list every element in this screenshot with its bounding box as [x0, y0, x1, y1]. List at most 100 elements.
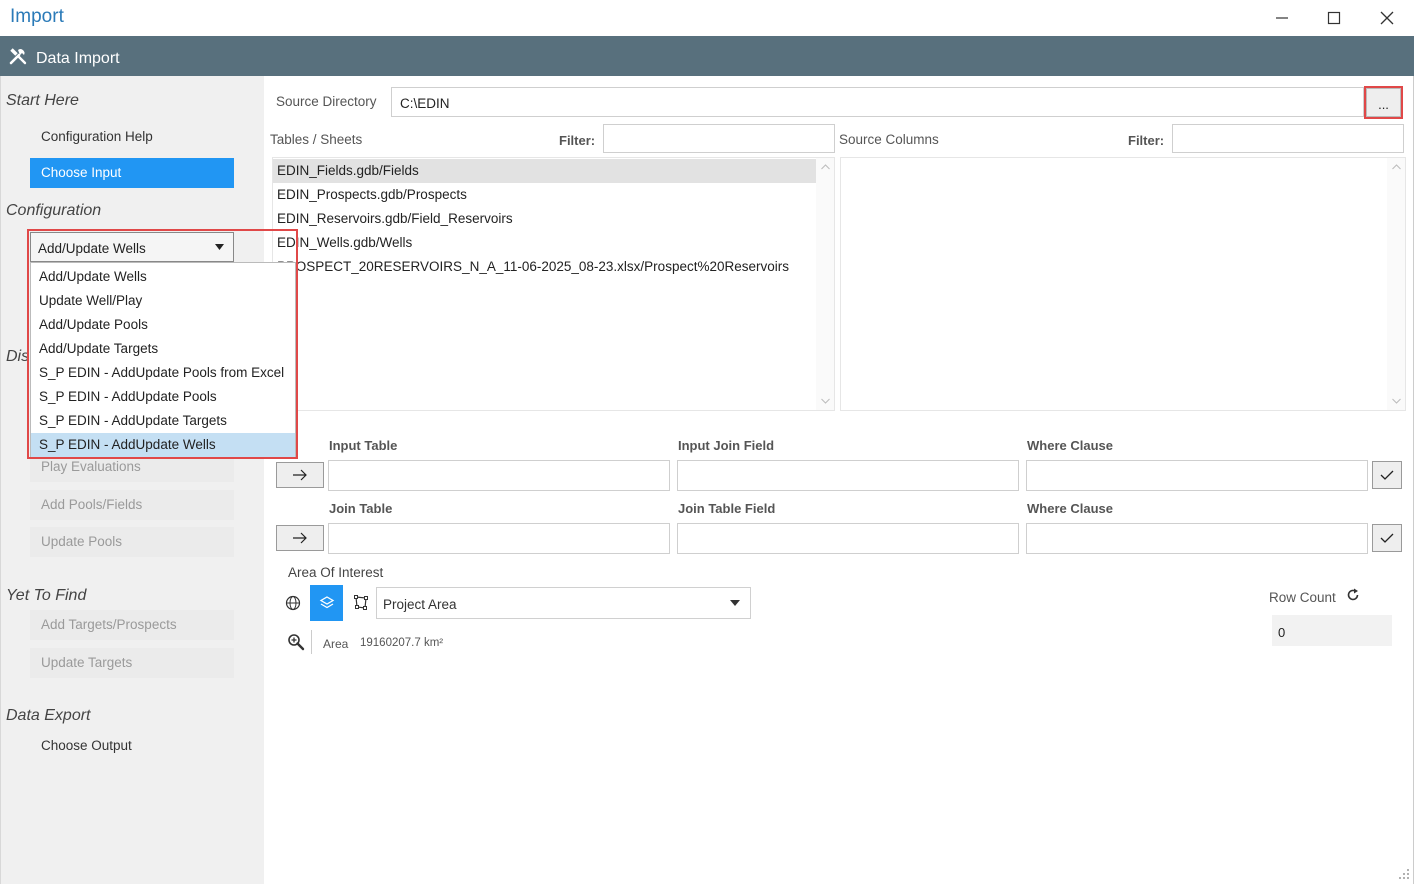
section-configuration: Configuration [6, 202, 102, 219]
chevron-down-icon [730, 600, 740, 606]
configuration-combo[interactable]: Add/Update Wells [30, 232, 234, 262]
tables-list[interactable]: EDIN_Fields.gdb/Fields EDIN_Prospects.gdb… [272, 157, 835, 411]
nav-configuration-help[interactable]: Configuration Help [30, 122, 234, 152]
table-list-item[interactable]: EDIN_Fields.gdb/Fields [273, 159, 818, 183]
refresh-icon [1347, 588, 1359, 601]
nav-update-targets[interactable]: Update Targets [30, 648, 234, 678]
layers-icon [319, 596, 334, 609]
section-yet-to-find: Yet To Find [6, 587, 87, 604]
layers-button[interactable] [310, 585, 343, 621]
dropdown-option[interactable]: Add/Update Targets [31, 337, 295, 361]
table-list-item[interactable]: EDIN_Reservoirs.gdb/Field_Reservoirs [273, 207, 818, 231]
dropdown-option[interactable]: Add/Update Pools [31, 313, 295, 337]
nav-add-pools-fields[interactable]: Add Pools/Fields [30, 490, 234, 520]
dropdown-option[interactable]: Add/Update Wells [31, 265, 295, 289]
scroll-down-icon [1392, 398, 1401, 404]
input-join-field-label: Input Join Field [678, 438, 775, 453]
columns-scrollbar[interactable] [1387, 158, 1405, 410]
join-table-arrow-button[interactable] [276, 525, 324, 551]
chevron-down-icon [215, 244, 224, 250]
section-start-here: Start Here [6, 92, 79, 109]
area-label: Area [323, 637, 349, 651]
where-clause-input-1[interactable] [1026, 460, 1368, 491]
input-join-field[interactable] [677, 460, 1019, 491]
scroll-up-icon [1392, 164, 1401, 170]
join-table-label: Join Table [329, 501, 393, 516]
scroll-down-icon [821, 398, 830, 404]
configuration-combo-value: Add/Update Wells [38, 241, 146, 256]
tables-filter-label: Filter: [559, 133, 596, 148]
validate-button-2[interactable] [1372, 524, 1402, 552]
header-bar: Data Import [0, 36, 1414, 76]
section-partial-label: Dis [6, 348, 30, 365]
table-list-item[interactable]: EDIN_Prospects.gdb/Prospects [273, 183, 818, 207]
maximize-icon [1327, 11, 1341, 25]
where-clause-input-2[interactable] [1026, 523, 1368, 554]
check-icon [1380, 533, 1394, 543]
tables-scrollbar[interactable] [816, 158, 834, 410]
minimize-button[interactable] [1262, 4, 1302, 32]
close-button[interactable] [1367, 4, 1407, 32]
arrow-right-icon [293, 469, 307, 481]
area-of-interest-label: Area Of Interest [288, 565, 384, 580]
zoom-in-icon [288, 634, 305, 651]
input-table-field[interactable] [328, 460, 670, 491]
browse-button[interactable]: ... [1366, 88, 1401, 117]
area-select[interactable]: Project Area [376, 587, 751, 619]
row-count-value: 0 [1278, 625, 1286, 640]
dropdown-option[interactable]: S_P EDIN - AddUpdate Targets [31, 409, 295, 433]
window-title: Import [10, 6, 64, 27]
join-table-field-label: Join Table Field [678, 501, 776, 516]
maximize-button[interactable] [1314, 4, 1354, 32]
resize-grip-icon[interactable] [1398, 868, 1410, 880]
globe-icon [285, 595, 301, 611]
window-titlebar: Import [0, 0, 1414, 36]
row-count-label: Row Count [1269, 590, 1336, 605]
check-icon [1380, 470, 1394, 480]
nav-choose-input[interactable]: Choose Input [30, 158, 234, 188]
nav-choose-output[interactable]: Choose Output [30, 731, 234, 761]
source-columns-label: Source Columns [839, 132, 939, 147]
row-count-field: 0 [1272, 615, 1392, 646]
columns-filter-label: Filter: [1128, 133, 1165, 148]
section-data-export: Data Export [6, 707, 91, 724]
header-title: Data Import [36, 50, 120, 67]
input-table-arrow-button[interactable] [276, 462, 324, 488]
columns-filter-input[interactable] [1172, 124, 1404, 153]
divider [311, 630, 312, 654]
dropdown-option[interactable]: S_P EDIN - AddUpdate Pools [31, 385, 295, 409]
zoom-to-area-button[interactable] [287, 633, 307, 653]
area-value: 19160207.7 km² [360, 637, 444, 649]
join-table-field-input[interactable] [328, 523, 670, 554]
tables-sheets-label: Tables / Sheets [270, 132, 363, 147]
globe-button[interactable] [282, 590, 304, 616]
source-directory-input[interactable]: C:\EDIN [391, 87, 1364, 117]
polygon-select-button[interactable] [350, 590, 372, 616]
close-icon [1380, 11, 1394, 25]
dropdown-option[interactable]: S_P EDIN - AddUpdate Wells [31, 433, 295, 457]
input-table-label: Input Table [329, 438, 398, 453]
join-table-field-box[interactable] [677, 523, 1019, 554]
arrow-right-icon [293, 532, 307, 544]
source-columns-list[interactable] [840, 157, 1406, 411]
tools-icon [9, 48, 27, 65]
source-directory-value: C:\EDIN [400, 96, 450, 111]
validate-button-1[interactable] [1372, 461, 1402, 489]
table-list-item[interactable]: EDIN_Wells.gdb/Wells [273, 231, 818, 255]
configuration-dropdown-list[interactable]: Add/Update Wells Update Well/Play Add/Upda… [30, 262, 296, 458]
nav-update-pools[interactable]: Update Pools [30, 527, 234, 557]
polygon-select-icon [354, 595, 368, 610]
dropdown-option[interactable]: S_P EDIN - AddUpdate Pools from Excel [31, 361, 295, 385]
where-clause-label-1: Where Clause [1027, 438, 1113, 453]
table-list-item[interactable]: PROSPECT_20RESERVOIRS_N_A_11-06-2025_08-… [273, 255, 818, 279]
where-clause-label-2: Where Clause [1027, 501, 1113, 516]
nav-add-targets-prospects[interactable]: Add Targets/Prospects [30, 610, 234, 640]
dropdown-option[interactable]: Update Well/Play [31, 289, 295, 313]
tables-filter-input[interactable] [603, 124, 835, 153]
area-select-value: Project Area [383, 597, 457, 612]
scroll-up-icon [821, 164, 830, 170]
refresh-button[interactable] [1346, 588, 1362, 604]
minimize-icon [1276, 17, 1288, 19]
source-directory-label: Source Directory [276, 94, 377, 109]
browse-button-label: ... [1378, 97, 1389, 112]
